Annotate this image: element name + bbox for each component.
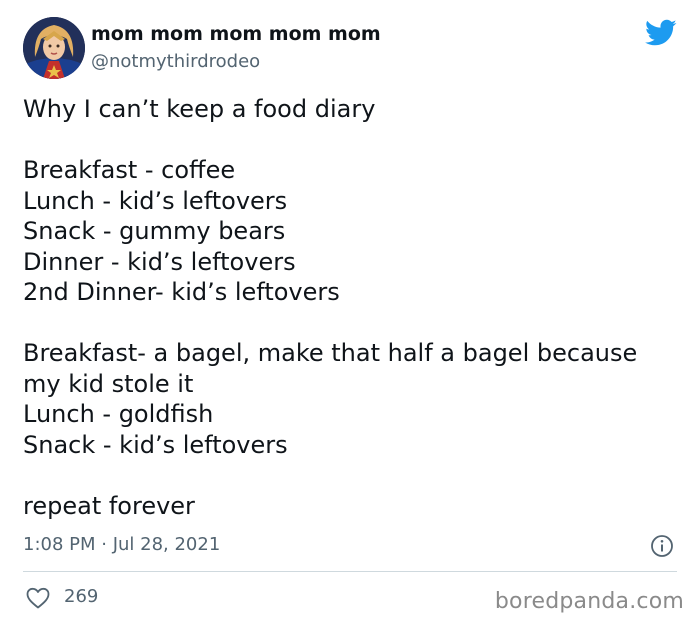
- divider: [23, 571, 677, 572]
- watermark: boredpanda.com: [494, 589, 684, 614]
- info-icon[interactable]: [650, 534, 674, 558]
- tweet-card: mom mom mom mom mom @notmythirdrodeo Why…: [0, 0, 700, 625]
- tweet-line: my kid stole it: [23, 369, 194, 398]
- tweet-line: Dinner - kid’s leftovers: [23, 247, 296, 276]
- tweet-line: Breakfast - coffee: [23, 156, 236, 184]
- tweet-line: Lunch - kid’s leftovers: [23, 186, 288, 215]
- twitter-bird-icon[interactable]: [645, 19, 677, 47]
- author-name[interactable]: mom mom mom mom mom: [91, 23, 381, 45]
- tweet-line: Snack - kid’s leftovers: [23, 430, 288, 459]
- tweet-line: 2nd Dinner- kid’s leftovers: [23, 278, 340, 306]
- avatar-image: [23, 17, 85, 79]
- heart-icon[interactable]: [26, 587, 50, 609]
- tweet-line: Breakfast- a bagel, make that half a bag…: [23, 339, 638, 367]
- tweet-line: Snack - gummy bears: [23, 217, 286, 245]
- tweet-line: repeat forever: [23, 491, 195, 520]
- tweet-timestamp[interactable]: 1:08 PM · Jul 28, 2021: [23, 534, 220, 555]
- tweet-text: Why I can’t keep a food diary Breakfast …: [23, 94, 683, 521]
- tweet-line: Why I can’t keep a food diary: [23, 95, 376, 123]
- avatar[interactable]: [23, 17, 85, 79]
- tweet-line: Lunch - goldfish: [23, 400, 214, 428]
- author-handle[interactable]: @notmythirdrodeo: [91, 51, 260, 72]
- like-count: 269: [64, 586, 99, 607]
